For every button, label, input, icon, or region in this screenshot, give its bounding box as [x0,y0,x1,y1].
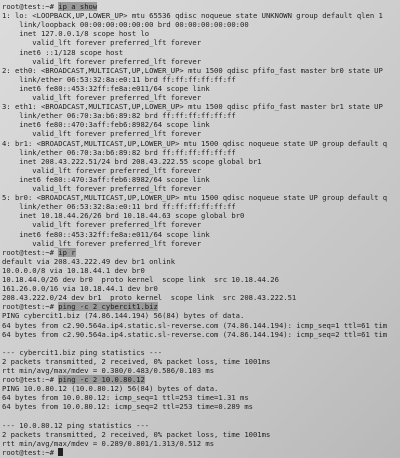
output-line: link/ether 06:70:3a:b6:89:82 brd ff:ff:f… [2,147,236,157]
output-line: link/ether 06:53:32:8a:e0:11 brd ff:ff:f… [2,202,236,212]
command-text: ip r [58,247,76,257]
output-line: inet6 fe80::453:32ff:fe8a:e011/64 scope … [2,83,210,93]
output-line: valid_lft forever preferred_lft forever [2,38,202,48]
output-line: inet6 fe80::470:3aff:feb6:8982/64 scope … [2,174,210,184]
output-line: 64 bytes from c2.90.564a.ip4.static.sl-r… [2,329,388,339]
output-line: valid_lft forever preferred_lft forever [2,184,202,193]
output-line: link/loopback 00:00:00:00:00:00 brd 00:0… [2,20,249,30]
output-line: 2 packets transmitted, 2 received, 0% pa… [2,356,271,366]
command-text: ip a show [58,2,98,11]
output-line: inet6 fe80::470:3aff:feb6:8982/64 scope … [2,120,210,130]
output-line: --- 10.0.80.12 ping statistics --- [2,420,150,430]
output-line: 10.18.44.0/26 dev br0 proto kernel scope… [2,275,279,284]
command-line: root@test:~# ip r [2,247,76,257]
output-line: valid_lft forever preferred_lft forever [2,56,202,66]
terminal-window[interactable]: root@test:~# ip a show 1: lo: <LOOPBACK,U… [0,0,400,458]
output-line: default via 208.43.222.49 dev br1 onlink [2,256,176,266]
terminal-output: root@test:~# ip a show 1: lo: <LOOPBACK,U… [0,0,400,458]
output-line: 10.0.0.0/8 via 10.18.44.1 dev br0 [2,265,145,275]
output-line: 208.43.222.0/24 dev br1 proto kernel sco… [2,293,297,303]
output-line: 2 packets transmitted, 2 received, 0% pa… [2,429,271,439]
output-line: valid_lft forever preferred_lft forever [2,129,202,139]
output-line: 64 bytes from 10.0.80.12: icmp_seq=2 ttl… [2,402,253,412]
text-cursor [58,447,64,456]
output-line: valid_lft forever preferred_lft forever [2,93,202,102]
output-line: rtt min/avg/max/mdev = 0.380/0.483/0.586… [2,366,215,375]
command-line: root@test:~# ping -c 2 cybercit1.biz [2,302,158,312]
output-line: 161.26.0.0/16 via 10.18.44.1 dev br0 [2,284,158,294]
output-line: PING cybercit1.biz (74.86.144.194) 56(84… [2,311,245,321]
output-line: rtt min/avg/max/mdev = 0.289/0.801/1.313… [2,438,215,448]
output-line: inet 10.18.44.26/26 brd 10.18.44.63 scop… [2,211,245,221]
output-line: 4: br1: <BROADCAST,MULTICAST,UP,LOWER_UP… [2,138,388,148]
shell-prompt: root@test:~# [2,2,59,11]
output-line: link/ether 06:70:3a:b6:89:82 brd ff:ff:f… [2,111,236,121]
output-line: inet6 fe80::453:32ff:fe8a:e011/64 scope … [2,229,210,239]
command-line: root@test:~# ip a show [2,2,98,11]
output-line: 1: lo: <LOOPBACK,UP,LOWER_UP> mtu 65536 … [2,11,383,21]
output-line: 2: eth0: <BROADCAST,MULTICAST,UP,LOWER_U… [2,65,383,75]
output-line: 5: br0: <BROADCAST,MULTICAST,UP,LOWER_UP… [2,193,388,203]
output-line: valid_lft forever preferred_lft forever [2,220,202,230]
output-line: --- cybercit1.biz ping statistics --- [2,347,163,357]
shell-prompt: root@test:~# [2,302,59,312]
output-line: 64 bytes from c2.90.564a.ip4.static.sl-r… [2,320,388,330]
output-line: inet 208.43.222.51/24 brd 208.43.222.55 … [2,156,262,166]
output-line: inet 127.0.0.1/8 scope host lo [2,29,150,39]
output-line: 64 bytes from 10.0.80.12: icmp_seq=1 ttl… [2,393,249,403]
output-line: PING 10.0.80.12 (10.0.80.12) 56(84) byte… [2,384,219,394]
command-text: ping -c 2 cybercit1.biz [58,302,158,312]
command-text: ping -c 2 10.0.80.12 [58,375,145,385]
output-line: valid_lft forever preferred_lft forever [2,165,202,175]
command-line: root@test:~# ping -c 2 10.0.80.12 [2,375,145,385]
shell-prompt: root@test:~# [2,447,59,457]
output-line: link/ether 06:53:32:8a:e0:11 brd ff:ff:f… [2,74,236,84]
output-line: valid_lft forever preferred_lft forever [2,238,202,248]
output-line: inet6 ::1/128 scope host [2,47,124,57]
shell-prompt: root@test:~# [2,375,59,385]
active-prompt-line[interactable]: root@test:~# [2,447,64,457]
shell-prompt: root@test:~# [2,247,59,257]
output-line: 3: eth1: <BROADCAST,MULTICAST,UP,LOWER_U… [2,102,383,112]
